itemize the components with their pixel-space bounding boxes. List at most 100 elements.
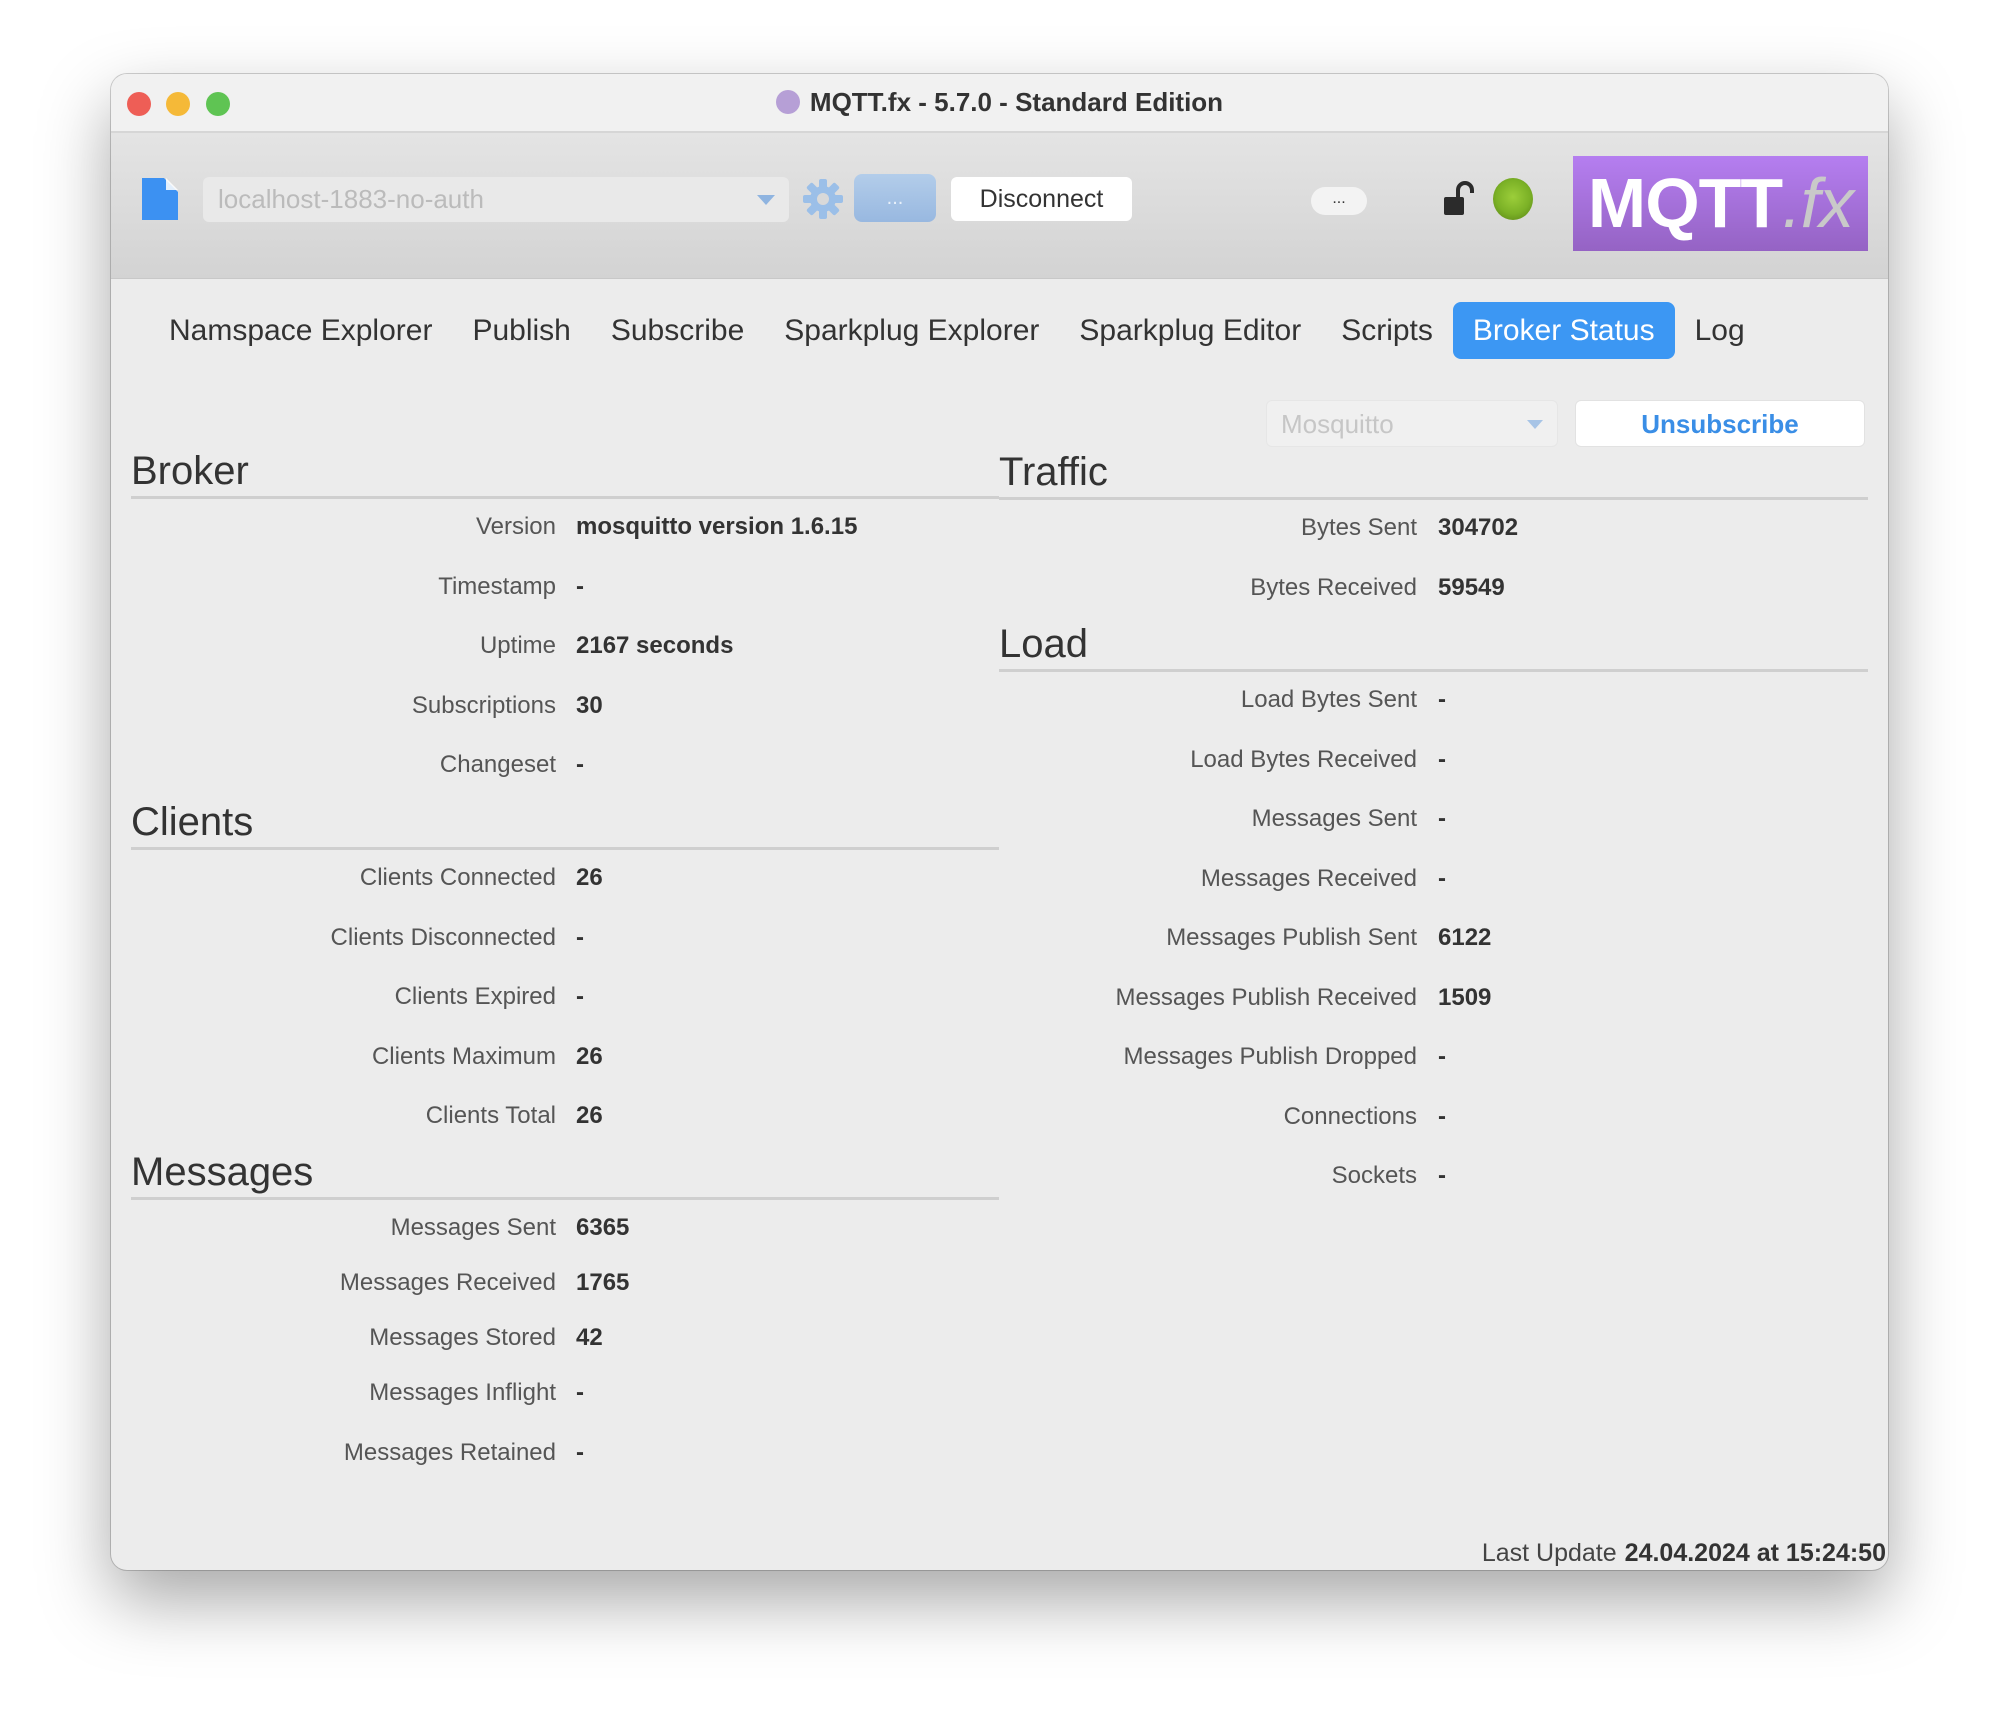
stat-value: 26: [576, 1102, 603, 1129]
stat-label: Messages Publish Sent: [1166, 924, 1417, 951]
stat-value: -: [1438, 745, 1446, 773]
broker-type-select[interactable]: Mosquitto: [1266, 400, 1558, 447]
stat-value: -: [576, 1438, 584, 1466]
tab-publish[interactable]: Publish: [452, 302, 590, 359]
stat-value: -: [576, 572, 584, 600]
stat-row-clients-maximum: Clients Maximum 26: [131, 1029, 999, 1089]
tab-sparkplug-editor[interactable]: Sparkplug Editor: [1059, 302, 1321, 359]
stat-row-messages-stored: Messages Stored 42: [131, 1310, 999, 1365]
section-header: Traffic: [999, 447, 1868, 500]
stat-label: Connections: [1283, 1102, 1417, 1130]
chevron-down-icon: [757, 195, 775, 205]
stat-row-timestamp: Timestamp -: [131, 559, 999, 619]
stat-value: -: [576, 923, 584, 951]
stat-row-clients-connected: Clients Connected 26: [131, 850, 999, 910]
stat-row-messages-received: Messages Received 1765: [131, 1255, 999, 1310]
unlocked-icon: [1444, 181, 1474, 215]
stat-value: 6122: [1438, 924, 1492, 951]
stat-row-clients-total: Clients Total 26: [131, 1088, 999, 1148]
stat-row-subscriptions: Subscriptions 30: [131, 678, 999, 738]
stat-value: -: [1438, 1102, 1446, 1130]
tab-sparkplug-explorer[interactable]: Sparkplug Explorer: [764, 302, 1059, 359]
stat-row-load-bytes-sent: Load Bytes Sent -: [999, 672, 1868, 732]
stat-value: -: [1438, 1043, 1446, 1070]
tab-scripts[interactable]: Scripts: [1321, 302, 1453, 359]
stat-label: Messages Received: [339, 1269, 556, 1296]
section-title: Traffic: [999, 450, 1108, 494]
stat-value: -: [576, 1379, 584, 1406]
last-update-status: Last Update 24.04.2024 at 15:24:50: [1482, 1539, 1886, 1568]
stat-label: Messages Stored: [369, 1324, 556, 1351]
tab-subscribe[interactable]: Subscribe: [591, 302, 764, 359]
section-header: Messages: [131, 1147, 999, 1200]
stat-label: Subscriptions: [411, 691, 556, 719]
title-bar: MQTT.fx - 5.7.0 - Standard Edition: [111, 74, 1888, 133]
stat-label: Sockets: [1331, 1162, 1417, 1189]
disconnect-button[interactable]: Disconnect: [951, 177, 1132, 221]
broker-section: Broker Version mosquitto version 1.6.15 T…: [131, 446, 999, 797]
stat-label: Messages Publish Dropped: [1123, 1043, 1418, 1070]
stat-value: 59549: [1438, 573, 1505, 601]
stat-label: Messages Inflight: [369, 1379, 556, 1406]
connection-status-indicator: [1493, 178, 1533, 220]
stat-row-messages-publish-dropped: Messages Publish Dropped -: [999, 1029, 1868, 1089]
stat-label: Clients Expired: [394, 983, 556, 1010]
stat-label: Clients Connected: [359, 864, 556, 891]
stat-label: Messages Retained: [343, 1438, 556, 1466]
stat-label: Messages Publish Received: [1115, 983, 1418, 1011]
logo-suffix: .fx: [1782, 164, 1854, 242]
unsubscribe-button[interactable]: Unsubscribe: [1575, 400, 1865, 447]
stat-value: -: [576, 983, 584, 1010]
stat-value: 30: [576, 691, 603, 719]
stat-row-messages-publish-received: Messages Publish Received 1509: [999, 970, 1868, 1030]
stat-value: 304702: [1438, 514, 1519, 541]
main-tabs: Namspace Explorer Publish Subscribe Spar…: [149, 302, 1765, 359]
stat-label: Messages Received: [1200, 864, 1417, 892]
stat-value: mosquitto version 1.6.15: [576, 513, 858, 540]
stat-label: Timestamp: [438, 572, 556, 600]
stat-row-sockets: Sockets -: [999, 1148, 1868, 1208]
connection-profile-value: localhost-1883-no-auth: [218, 184, 484, 214]
gear-icon[interactable]: [801, 177, 845, 221]
stat-row-load-messages-sent: Messages Sent -: [999, 791, 1868, 851]
stat-value: 2167 seconds: [576, 632, 734, 659]
stat-row-messages-retained: Messages Retained -: [131, 1425, 999, 1480]
stat-value: 26: [576, 1042, 603, 1070]
stat-row-connections: Connections -: [999, 1089, 1868, 1149]
stat-label: Load Bytes Sent: [1240, 686, 1417, 713]
tab-namespace-explorer[interactable]: Namspace Explorer: [149, 302, 452, 359]
stat-label: Bytes Sent: [1300, 514, 1417, 541]
clients-section: Clients Clients Connected 26 Clients Disc…: [131, 797, 999, 1148]
stat-row-messages-sent: Messages Sent 6365: [131, 1200, 999, 1255]
stat-row-load-bytes-received: Load Bytes Received -: [999, 732, 1868, 792]
stat-value: -: [576, 751, 584, 778]
stat-row-clients-disconnected: Clients Disconnected -: [131, 910, 999, 970]
stat-label: Changeset: [439, 751, 556, 778]
section-title: Clients: [131, 800, 254, 844]
section-header: Load: [999, 619, 1868, 672]
more-options-button[interactable]: ...: [1311, 187, 1367, 215]
stat-label: Uptime: [479, 632, 556, 659]
stat-label: Load Bytes Received: [1190, 745, 1417, 773]
stat-value: -: [1438, 686, 1446, 713]
section-header: Broker: [131, 446, 999, 499]
tab-broker-status[interactable]: Broker Status: [1452, 302, 1675, 359]
file-icon[interactable]: [140, 176, 180, 222]
logo-text: MQTT: [1587, 164, 1783, 242]
connection-toolbar: localhost-1883-no-auth ... Disconnect ..…: [111, 133, 1888, 279]
broker-type-value: Mosquitto: [1281, 409, 1394, 439]
stat-label: Bytes Received: [1250, 573, 1417, 601]
stat-label: Messages Sent: [1251, 805, 1417, 832]
connection-options-button[interactable]: ...: [854, 174, 936, 222]
stat-row-uptime: Uptime 2167 seconds: [131, 618, 999, 678]
app-icon: [775, 90, 800, 114]
stat-row-changeset: Changeset -: [131, 737, 999, 797]
section-title: Load: [999, 622, 1088, 666]
stat-value: 6365: [576, 1214, 630, 1241]
connection-profile-select[interactable]: localhost-1883-no-auth: [203, 177, 789, 222]
stat-label: Version: [475, 513, 556, 540]
stat-value: -: [1438, 864, 1446, 892]
load-section: Load Load Bytes Sent - Load Bytes Receive…: [999, 619, 1868, 1208]
window-title: MQTT.fx - 5.7.0 - Standard Edition: [809, 87, 1224, 117]
tab-log[interactable]: Log: [1675, 302, 1765, 359]
